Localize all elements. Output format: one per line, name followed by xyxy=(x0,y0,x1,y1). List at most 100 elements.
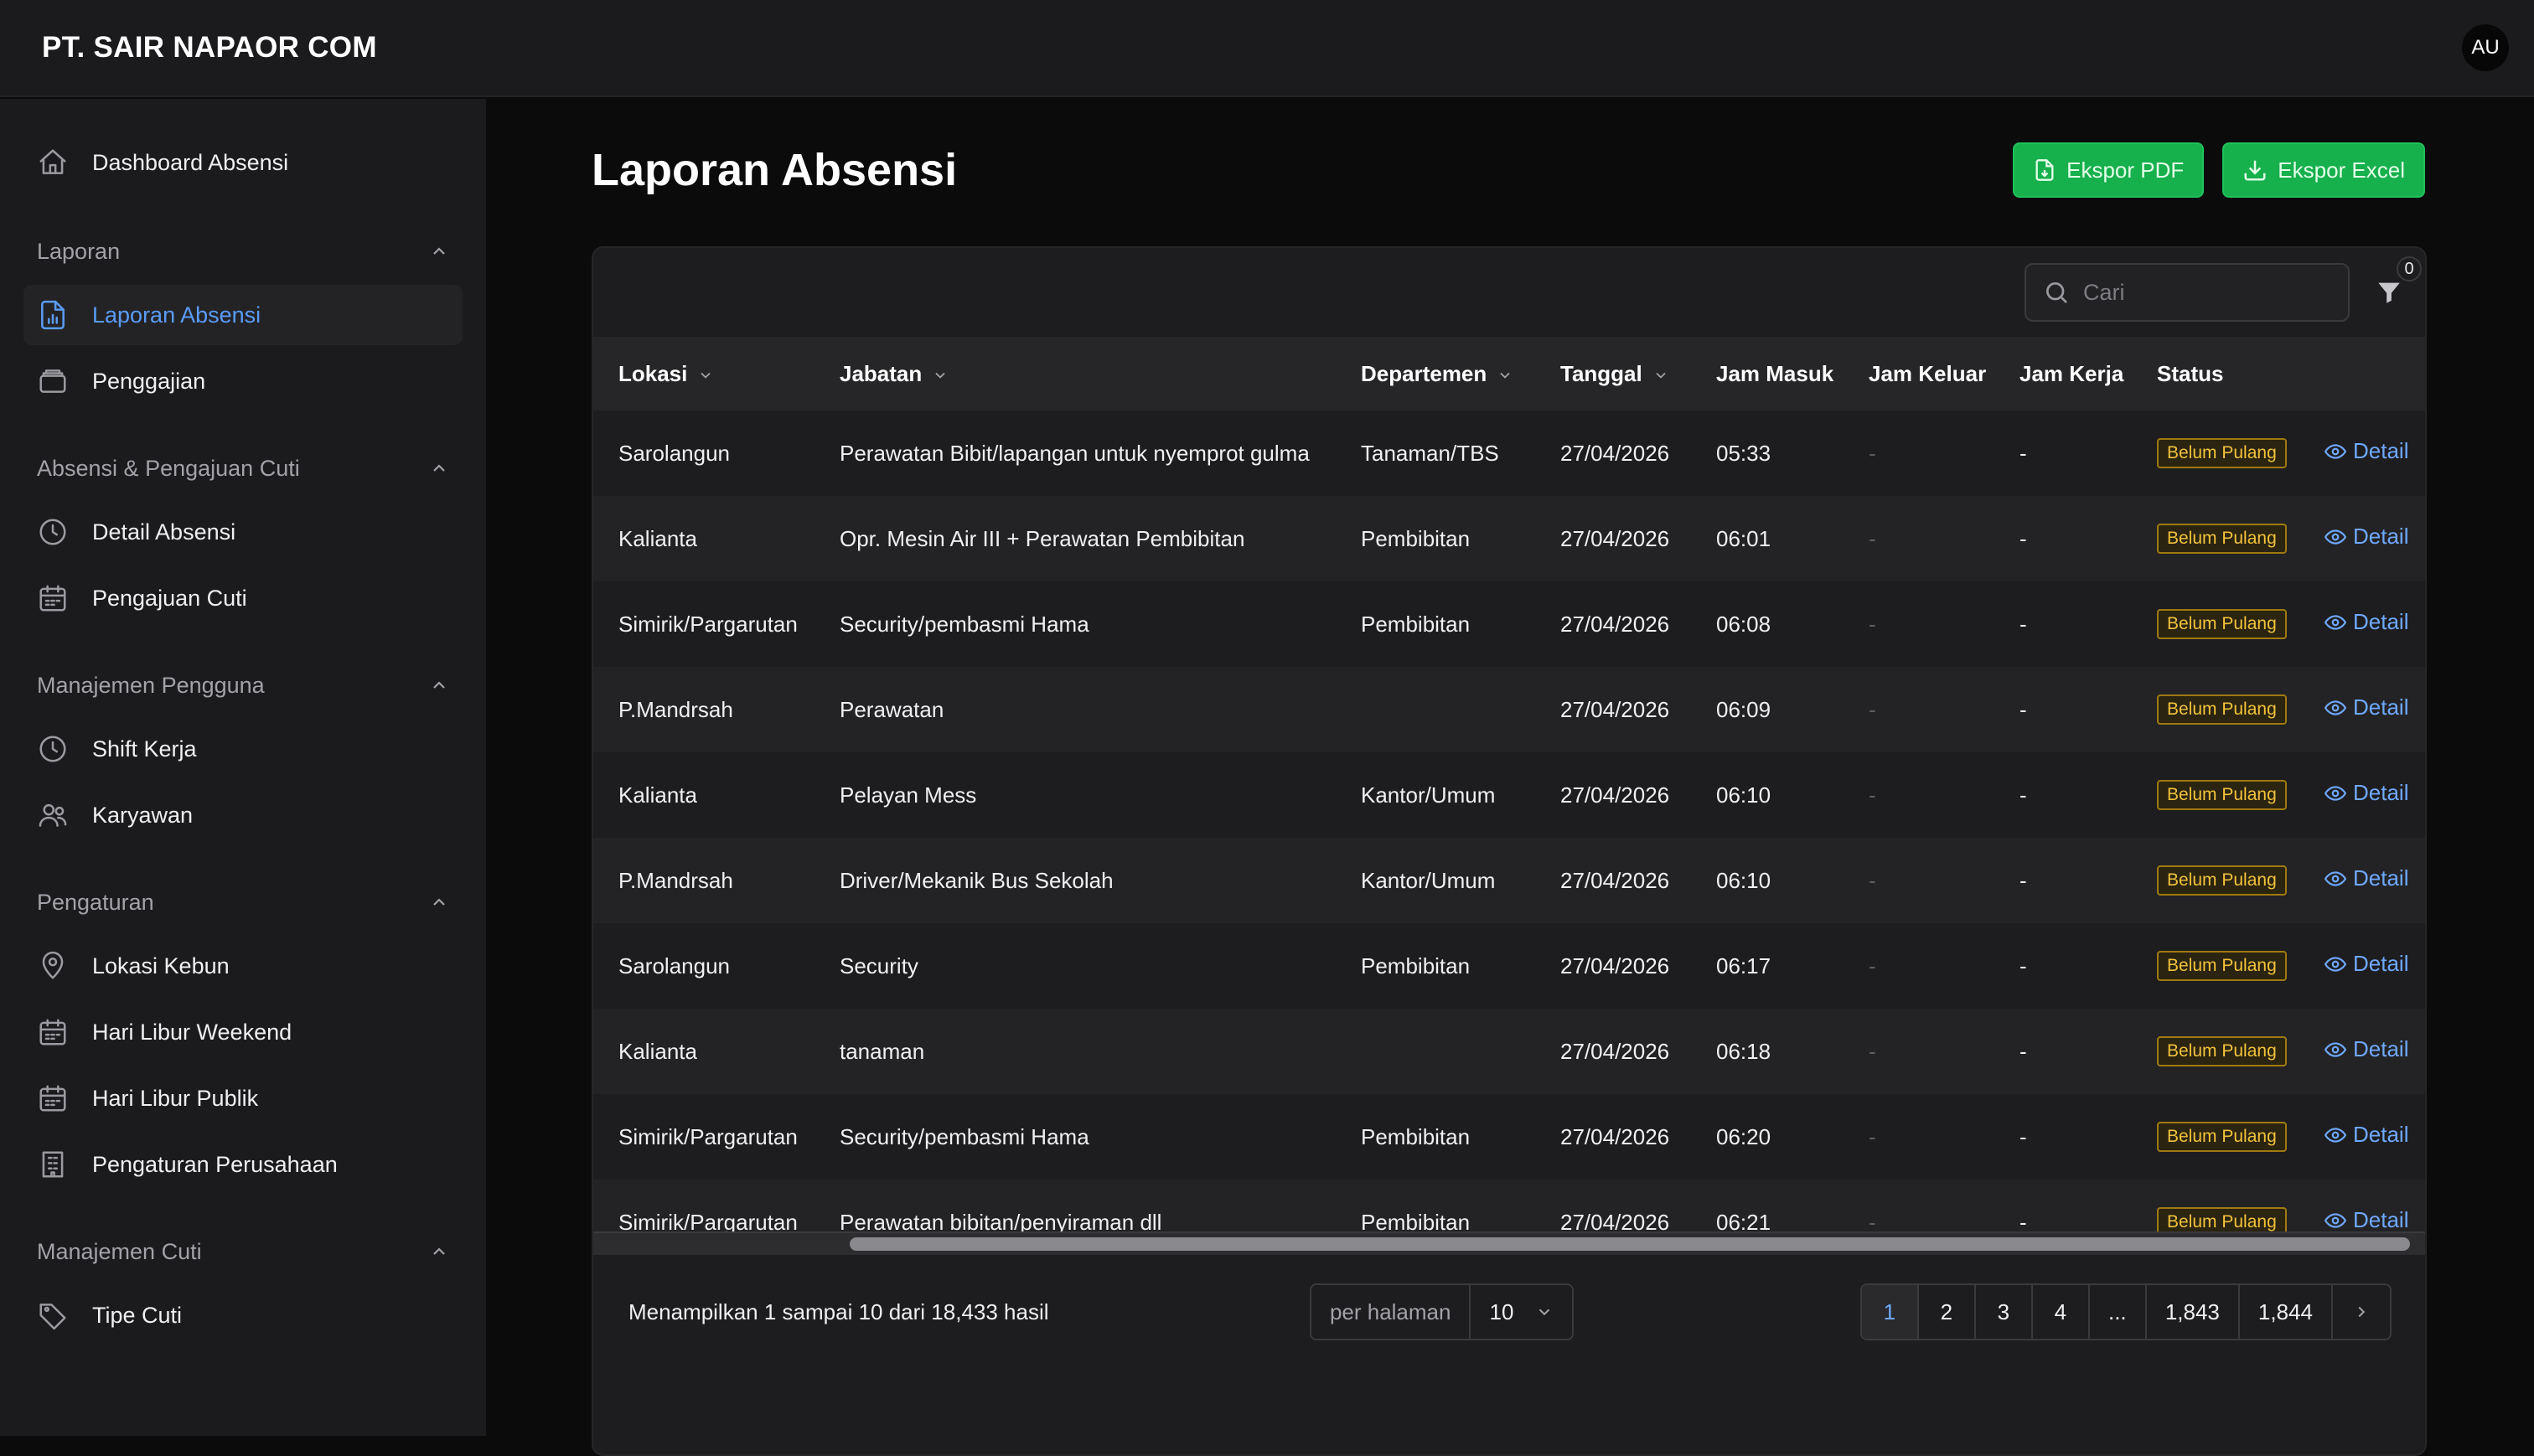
cell-jam-kerja: - xyxy=(2019,440,2027,466)
cell-tanggal: 27/04/2026 xyxy=(1560,1123,1670,1149)
detail-link[interactable]: Detail xyxy=(2325,609,2408,635)
cell-lokasi: Simirik/Pargarutan xyxy=(618,1123,798,1149)
table-header-row: Lokasi Jabatan Departemen Tanggal Jam Masuk J… xyxy=(593,337,2425,410)
sidebar-item-tipe-cuti[interactable]: Tipe Cuti xyxy=(23,1285,463,1345)
cell-jam-keluar: - xyxy=(1869,525,1876,551)
cell-jabatan: Perawatan xyxy=(840,696,944,722)
cell-tanggal: 27/04/2026 xyxy=(1560,696,1670,722)
sidebar-item-hari-libur-publik[interactable]: Hari Libur Publik xyxy=(23,1068,463,1128)
horizontal-scrollbar[interactable] xyxy=(593,1231,2425,1255)
page-header: Laporan Absensi Ekspor PDF Ekspor Excel xyxy=(592,142,2425,198)
table-row: P.Mandrsah Perawatan 27/04/2026 06:09 - - Belu… xyxy=(593,667,2425,752)
column-header-departemen[interactable]: Departemen xyxy=(1336,337,1535,410)
page-button-1-844[interactable]: 1,844 xyxy=(2240,1285,2333,1339)
sidebar-group-toggle[interactable]: Laporan xyxy=(23,226,463,276)
detail-label: Detail xyxy=(2353,694,2409,720)
detail-label: Detail xyxy=(2353,609,2409,635)
sidebar-item-karyawan[interactable]: Karyawan xyxy=(23,785,463,845)
cell-action: Detail xyxy=(2299,496,2425,581)
export-excel-button[interactable]: Ekspor Excel xyxy=(2222,142,2425,198)
page-button-3[interactable]: 3 xyxy=(1976,1285,2033,1339)
download-icon xyxy=(2244,160,2266,181)
sidebar-item-label: Lokasi Kebun xyxy=(92,953,230,978)
cell-status: Belum Pulang xyxy=(2132,1009,2299,1094)
chevron-up-icon xyxy=(433,247,445,255)
sidebar-item-label: Hari Libur Weekend xyxy=(92,1019,292,1045)
detail-label: Detail xyxy=(2353,438,2409,464)
avatar[interactable]: AU xyxy=(2462,24,2509,71)
page-button-1-843[interactable]: 1,843 xyxy=(2147,1285,2240,1339)
sidebar-item-label: Dashboard Absensi xyxy=(92,149,289,175)
cell-action: Detail xyxy=(2299,581,2425,667)
search-box[interactable] xyxy=(2025,263,2350,322)
cell-lokasi: P.Mandrsah xyxy=(618,696,733,722)
cell-departemen: Pembibitan xyxy=(1361,611,1471,637)
column-header-jabatan[interactable]: Jabatan xyxy=(814,337,1336,410)
search-input[interactable] xyxy=(2083,279,2326,306)
eye-icon xyxy=(2325,871,2346,886)
page-button-1[interactable]: 1 xyxy=(1861,1285,1919,1339)
sidebar-item-pengaturan-perusahaan[interactable]: Pengaturan Perusahaan xyxy=(23,1134,463,1195)
cell-jam-masuk: 06:17 xyxy=(1716,953,1771,978)
cell-status: Belum Pulang xyxy=(2132,838,2299,923)
column-header-jam-keluar: Jam Keluar xyxy=(1869,360,1987,386)
sidebar-item-pengajuan-cuti[interactable]: Pengajuan Cuti xyxy=(23,568,463,628)
export-pdf-button[interactable]: Ekspor PDF xyxy=(2013,142,2205,198)
detail-link[interactable]: Detail xyxy=(2325,951,2408,977)
eye-icon xyxy=(2325,1128,2346,1143)
sidebar-group-toggle[interactable]: Absensi & Pengajuan Cuti xyxy=(23,443,463,493)
page-button-2[interactable]: 2 xyxy=(1919,1285,1976,1339)
sidebar-item-detail-absensi[interactable]: Detail Absensi xyxy=(23,502,463,562)
sidebar-group-toggle[interactable]: Manajemen Cuti xyxy=(23,1226,463,1277)
detail-link[interactable]: Detail xyxy=(2325,694,2408,720)
cell-jam-masuk: 06:08 xyxy=(1716,611,1771,637)
detail-link[interactable]: Detail xyxy=(2325,1036,2408,1062)
sidebar-item-label: Detail Absensi xyxy=(92,519,236,545)
sidebar-item-hari-libur-weekend[interactable]: Hari Libur Weekend xyxy=(23,1002,463,1062)
column-header-tanggal[interactable]: Tanggal xyxy=(1535,337,1691,410)
eye-icon xyxy=(2325,786,2346,801)
cell-jam-kerja: - xyxy=(2019,1038,2027,1064)
detail-label: Detail xyxy=(2353,780,2409,806)
chevron-down-icon xyxy=(1539,1309,1550,1316)
detail-link[interactable]: Detail xyxy=(2325,780,2408,806)
page-button-4[interactable]: 4 xyxy=(2033,1285,2090,1339)
detail-link[interactable]: Detail xyxy=(2325,438,2408,464)
sidebar-item-dashboard-absensi[interactable]: Dashboard Absensi xyxy=(23,132,463,193)
detail-link[interactable]: Detail xyxy=(2325,1207,2408,1233)
sidebar-item-lokasi-kebun[interactable]: Lokasi Kebun xyxy=(23,936,463,996)
cell-jam-keluar: - xyxy=(1869,611,1876,637)
detail-link[interactable]: Detail xyxy=(2325,524,2408,550)
cell-status: Belum Pulang xyxy=(2132,1094,2299,1180)
sidebar-item-shift-kerja[interactable]: Shift Kerja xyxy=(23,719,463,779)
eye-icon xyxy=(2325,700,2346,715)
eye-icon xyxy=(2325,1213,2346,1228)
cell-jabatan: Security xyxy=(840,953,918,978)
sidebar-item-penggajian[interactable]: Penggajian xyxy=(23,351,463,411)
column-header-lokasi[interactable]: Lokasi xyxy=(593,337,814,410)
per-page-select[interactable]: per halaman 10 xyxy=(1309,1283,1575,1340)
detail-label: Detail xyxy=(2353,951,2409,977)
cell-jam-kerja: - xyxy=(2019,953,2027,978)
sidebar-group-toggle[interactable]: Manajemen Pengguna xyxy=(23,660,463,710)
table-scroll-area[interactable]: Lokasi Jabatan Departemen Tanggal Jam Masuk J… xyxy=(593,337,2425,1255)
sidebar-item-label: Laporan Absensi xyxy=(92,302,261,328)
eye-icon xyxy=(2325,615,2346,630)
per-page-number: 10 xyxy=(1489,1299,1514,1324)
detail-link[interactable]: Detail xyxy=(2325,1122,2408,1148)
sidebar-item-label: Pengajuan Cuti xyxy=(92,585,247,611)
filter-button[interactable]: 0 xyxy=(2371,256,2422,310)
scrollbar-thumb[interactable] xyxy=(850,1237,2410,1251)
chevron-right-icon xyxy=(2358,1306,2366,1318)
sidebar-item-laporan-absensi[interactable]: Laporan Absensi xyxy=(23,285,463,345)
sidebar-group-toggle[interactable]: Pengaturan xyxy=(23,877,463,927)
detail-label: Detail xyxy=(2353,1207,2409,1233)
cell-departemen: Tanaman/TBS xyxy=(1361,440,1499,466)
detail-link[interactable]: Detail xyxy=(2325,865,2408,891)
chevron-down-icon xyxy=(1500,372,1510,379)
per-page-value[interactable]: 10 xyxy=(1471,1285,1572,1339)
sidebar-group-title: Manajemen Cuti xyxy=(37,1238,202,1264)
cell-action: Detail xyxy=(2299,752,2425,838)
next-page-button[interactable] xyxy=(2333,1285,2390,1339)
table-row: Sarolangun Perawatan Bibit/lapangan untuk… xyxy=(593,410,2425,496)
